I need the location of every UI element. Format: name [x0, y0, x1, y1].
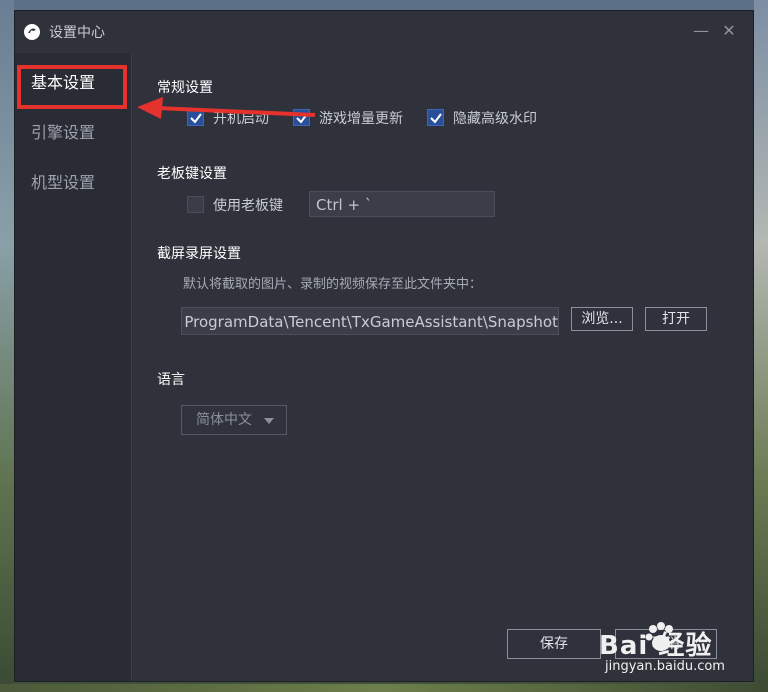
save-folder-path-text: ProgramData\Tencent\TxGameAssistant\Snap… — [184, 313, 558, 331]
screenshot-settings-heading: 截屏录屏设置 — [157, 246, 241, 262]
window-title: 设置中心 — [49, 25, 105, 41]
language-selected-value: 简体中文 — [196, 412, 252, 428]
close-icon[interactable]: ✕ — [717, 19, 741, 43]
boss-key-heading: 老板键设置 — [157, 166, 227, 182]
language-heading: 语言 — [157, 372, 185, 388]
save-folder-hint: 默认将截取的图片、录制的视频保存至此文件夹中： — [183, 277, 483, 292]
desktop-background-right — [754, 0, 768, 692]
hide-watermark-label: 隐藏高级水印 — [453, 111, 537, 127]
boss-key-label: 使用老板键 — [213, 198, 283, 214]
title-bar[interactable]: 设置中心 — ✕ — [15, 11, 753, 53]
minimize-icon[interactable]: — — [689, 19, 713, 43]
watermark-brand: Bai 经验 — [599, 631, 713, 661]
chevron-down-icon — [264, 418, 274, 424]
app-logo-icon — [24, 24, 40, 40]
sidebar-item-device-settings[interactable]: 机型设置 — [31, 169, 95, 193]
browse-button[interactable]: 浏览... — [571, 307, 633, 331]
save-folder-path-field[interactable]: ProgramData\Tencent\TxGameAssistant\Snap… — [181, 307, 559, 335]
baidu-watermark: Bai 经验 jingyan.baidu.com — [599, 611, 767, 681]
boss-key-checkbox[interactable] — [187, 196, 204, 213]
general-settings-heading: 常规设置 — [157, 80, 213, 96]
open-folder-button[interactable]: 打开 — [645, 307, 707, 331]
desktop-background-left — [0, 0, 14, 692]
watermark-url: jingyan.baidu.com — [605, 659, 725, 674]
highlight-box — [17, 65, 127, 109]
settings-window: 设置中心 — ✕ 基本设置 引擎设置 机型设置 常规设置 开机启动 游戏增量更新… — [14, 10, 754, 682]
sidebar: 基本设置 引擎设置 机型设置 — [15, 53, 132, 681]
save-button[interactable]: 保存 — [507, 629, 601, 659]
sidebar-item-engine-settings[interactable]: 引擎设置 — [31, 119, 95, 143]
hide-watermark-checkbox[interactable] — [427, 109, 444, 126]
boss-key-hotkey-field[interactable]: Ctrl + ` — [309, 191, 495, 217]
annotation-arrow-icon — [137, 97, 316, 119]
desktop-background-bottom — [0, 684, 768, 692]
language-select[interactable]: 简体中文 — [181, 405, 287, 435]
check-icon — [430, 113, 442, 124]
